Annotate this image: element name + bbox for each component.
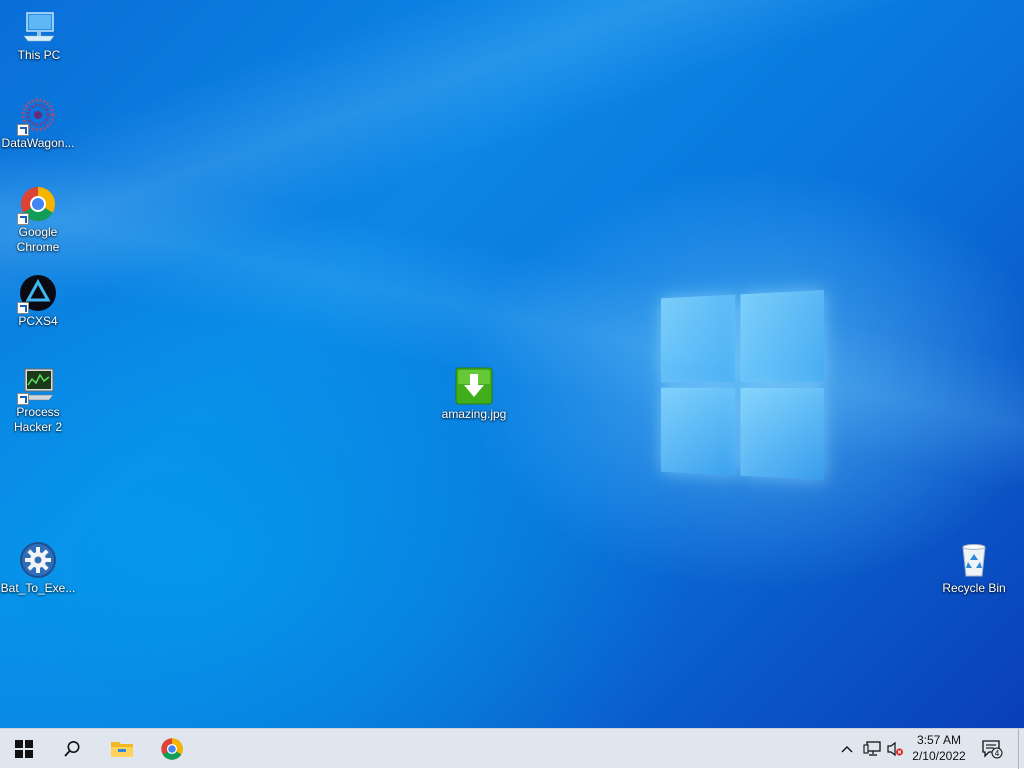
clock-date: 2/10/2022 (906, 748, 972, 764)
show-desktop-button[interactable] (1018, 729, 1024, 769)
show-hidden-icons-button[interactable] (836, 729, 858, 769)
desktop-icon-process-hacker[interactable]: Process Hacker 2 (0, 365, 76, 435)
windows-logo-icon (15, 740, 33, 758)
datawagon-icon (19, 96, 57, 134)
desktop[interactable]: This PC DataWagon... Google Chrome PCXS4… (0, 0, 1024, 728)
network-icon (863, 741, 881, 757)
shortcut-arrow-icon (17, 302, 29, 314)
folder-icon (110, 739, 134, 759)
taskbar: 3:57 AM 2/10/2022 4 (0, 728, 1024, 768)
notification-count: 4 (995, 749, 1000, 758)
recycle-bin-icon (955, 541, 993, 579)
chrome-taskbar-button[interactable] (148, 729, 196, 769)
desktop-icon-amazing-jpg[interactable]: amazing.jpg (436, 367, 512, 422)
gear-icon (19, 541, 57, 579)
light-beam (0, 0, 1024, 728)
shortcut-arrow-icon (17, 124, 29, 136)
chrome-icon (19, 185, 57, 223)
desktop-icon-pcxs4[interactable]: PCXS4 (0, 274, 76, 329)
system-clock[interactable]: 3:57 AM 2/10/2022 (906, 732, 972, 764)
clock-time: 3:57 AM (906, 732, 972, 748)
volume-muted-icon (886, 741, 904, 757)
light-beam (0, 0, 1024, 728)
chrome-icon (160, 737, 184, 761)
this-pc-icon (20, 8, 58, 46)
download-arrow-icon (455, 367, 493, 405)
file-explorer-button[interactable] (98, 729, 146, 769)
process-hacker-icon (19, 365, 57, 403)
notification-icon: 4 (981, 739, 1003, 759)
shortcut-arrow-icon (17, 393, 29, 405)
action-center-button[interactable]: 4 (978, 729, 1006, 769)
chevron-up-icon (841, 745, 853, 753)
pcxs4-icon (19, 274, 57, 312)
shortcut-arrow-icon (17, 213, 29, 225)
start-button[interactable] (0, 729, 48, 769)
network-button[interactable] (860, 729, 884, 769)
desktop-icon-recycle-bin[interactable]: Recycle Bin (936, 541, 1012, 596)
desktop-icon-datawagon[interactable]: DataWagon... (0, 96, 76, 151)
desktop-icon-this-pc[interactable]: This PC (1, 8, 77, 63)
desktop-icon-bat-to-exe[interactable]: Bat_To_Exe... (0, 541, 76, 596)
windows-wallpaper-logo (661, 290, 824, 480)
desktop-icon-google-chrome[interactable]: Google Chrome (0, 185, 76, 255)
volume-button[interactable] (884, 729, 906, 769)
search-icon (63, 740, 81, 758)
search-button[interactable] (48, 729, 96, 769)
